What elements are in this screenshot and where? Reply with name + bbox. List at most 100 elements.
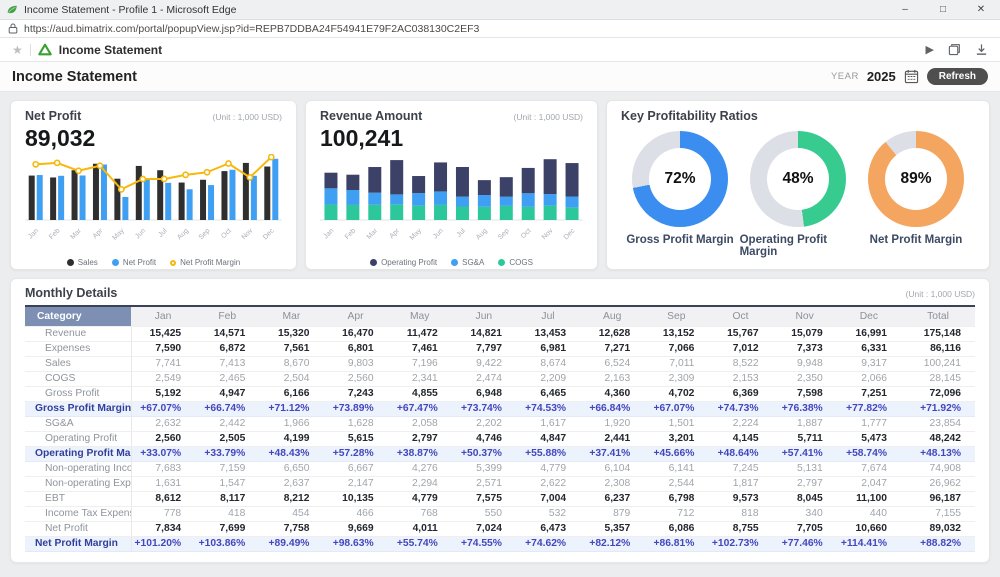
net-profit-chart: JanFebMarAprMayJunJulAugSepOctNovDec	[25, 154, 282, 252]
close-button[interactable]: ✕	[962, 0, 1000, 19]
bar	[50, 177, 56, 220]
table-cell: 7,705	[773, 521, 837, 536]
donut-percent: 48%	[767, 148, 829, 210]
stacked-bar-segment	[324, 204, 337, 220]
table-cell: 712	[644, 506, 708, 521]
line-marker	[140, 176, 145, 181]
table-cell: 7,271	[580, 341, 644, 356]
table-cell: 16,991	[837, 326, 901, 341]
legend-label: SG&A	[462, 258, 484, 267]
table-cell: 11,472	[388, 326, 452, 341]
year-label: YEAR	[831, 71, 859, 82]
revenue-value: 100,241	[320, 125, 583, 152]
stacked-bar-segment	[390, 194, 403, 204]
table-cell: 4,855	[388, 386, 452, 401]
stacked-bar-segment	[500, 197, 513, 206]
table-cell: 13,453	[516, 326, 580, 341]
row-label: SG&A	[25, 416, 131, 431]
bar	[187, 189, 193, 220]
x-axis-label: May	[409, 227, 424, 242]
legend-marker-icon	[370, 259, 377, 266]
table-cell: 4,011	[388, 521, 452, 536]
revenue-card: Revenue Amount (Unit : 1,000 USD) 100,24…	[305, 100, 598, 270]
table-cell: +102.73%	[708, 536, 772, 551]
table-cell: 2,066	[837, 371, 901, 386]
table-cell: 7,834	[131, 521, 195, 536]
table-cell: 2,544	[644, 476, 708, 491]
revenue-chart: JanFebMarAprMayJunJulAugSepOctNovDec	[320, 154, 583, 252]
table-cell: 7,797	[452, 341, 516, 356]
revenue-unit: (Unit : 1,000 USD)	[514, 112, 583, 122]
table-cell: 4,779	[516, 461, 580, 476]
table-cell: 4,779	[388, 491, 452, 506]
month-column-header: Aug	[580, 306, 644, 326]
table-cell: 7,196	[388, 356, 452, 371]
stacked-bar-segment	[500, 206, 513, 220]
table-cell: 9,317	[837, 356, 901, 371]
table-cell: 26,962	[901, 476, 975, 491]
table-cell: +67.07%	[644, 401, 708, 416]
table-row: Non-operating Expense1,6311,5472,6372,14…	[25, 476, 975, 491]
donut-label: Operating Profit Margin	[740, 234, 857, 258]
table-cell: 5,711	[773, 431, 837, 446]
favorite-star-icon[interactable]: ★	[12, 43, 23, 57]
table-cell: 14,571	[195, 326, 259, 341]
table-cell: +76.38%	[773, 401, 837, 416]
x-axis-label: Jun	[432, 227, 445, 240]
row-label: Net Profit Margin	[25, 536, 131, 551]
table-cell: 2,632	[131, 416, 195, 431]
bar	[243, 163, 249, 220]
bar	[272, 159, 278, 220]
dashboard-content: Net Profit (Unit : 1,000 USD) 89,032 Jan…	[0, 92, 1000, 577]
x-axis-label: Apr	[388, 227, 401, 240]
table-cell: 7,373	[773, 341, 837, 356]
table-cell: +67.07%	[131, 401, 195, 416]
table-row: Revenue15,42514,57115,32016,47011,47214,…	[25, 326, 975, 341]
table-cell: 175,148	[901, 326, 975, 341]
legend-label: Sales	[78, 258, 98, 267]
stacked-bar-segment	[544, 159, 557, 194]
stacked-bar-segment	[544, 194, 557, 206]
download-icon[interactable]	[975, 43, 988, 56]
table-cell: 9,669	[323, 521, 387, 536]
calendar-icon[interactable]	[904, 69, 919, 84]
page-header: Income Statement YEAR 2025 Refresh	[0, 62, 1000, 92]
legend-marker-icon	[67, 259, 74, 266]
net-profit-card: Net Profit (Unit : 1,000 USD) 89,032 Jan…	[10, 100, 297, 270]
row-label: Gross Profit	[25, 386, 131, 401]
minimize-button[interactable]: –	[886, 0, 924, 19]
table-cell: +37.41%	[580, 446, 644, 461]
table-cell: 2,294	[388, 476, 452, 491]
table-cell: 7,461	[388, 341, 452, 356]
window-titlebar: Income Statement - Profile 1 - Microsoft…	[0, 0, 1000, 20]
stacked-bar-segment	[478, 207, 491, 220]
year-value[interactable]: 2025	[867, 69, 896, 84]
table-cell: 13,152	[644, 326, 708, 341]
maximize-button[interactable]: □	[924, 0, 962, 19]
table-cell: +55.88%	[516, 446, 580, 461]
play-icon[interactable]: ▶	[926, 43, 934, 56]
legend-label: Net Profit Margin	[180, 258, 240, 267]
table-cell: 4,276	[388, 461, 452, 476]
stacked-bar-segment	[500, 177, 513, 197]
table-cell: 2,504	[259, 371, 323, 386]
x-axis-label: Sep	[497, 227, 511, 241]
table-cell: 7,011	[644, 356, 708, 371]
line-marker	[76, 168, 81, 173]
legend-label: COGS	[509, 258, 533, 267]
table-cell: +74.73%	[708, 401, 772, 416]
bar	[136, 166, 142, 220]
legend-marker-icon	[451, 259, 458, 266]
table-cell: 2,637	[259, 476, 323, 491]
table-cell: 10,135	[323, 491, 387, 506]
donut-chart: 89%Net Profit Margin	[858, 131, 975, 258]
table-cell: 2,163	[580, 371, 644, 386]
address-bar[interactable]: https://aud.bimatrix.com/portal/popupVie…	[0, 20, 1000, 38]
table-cell: 2,209	[516, 371, 580, 386]
table-cell: 2,202	[452, 416, 516, 431]
table-cell: 6,086	[644, 521, 708, 536]
save-icon[interactable]	[948, 43, 961, 56]
table-cell: 6,798	[644, 491, 708, 506]
table-cell: 9,948	[773, 356, 837, 371]
refresh-button[interactable]: Refresh	[927, 68, 988, 85]
